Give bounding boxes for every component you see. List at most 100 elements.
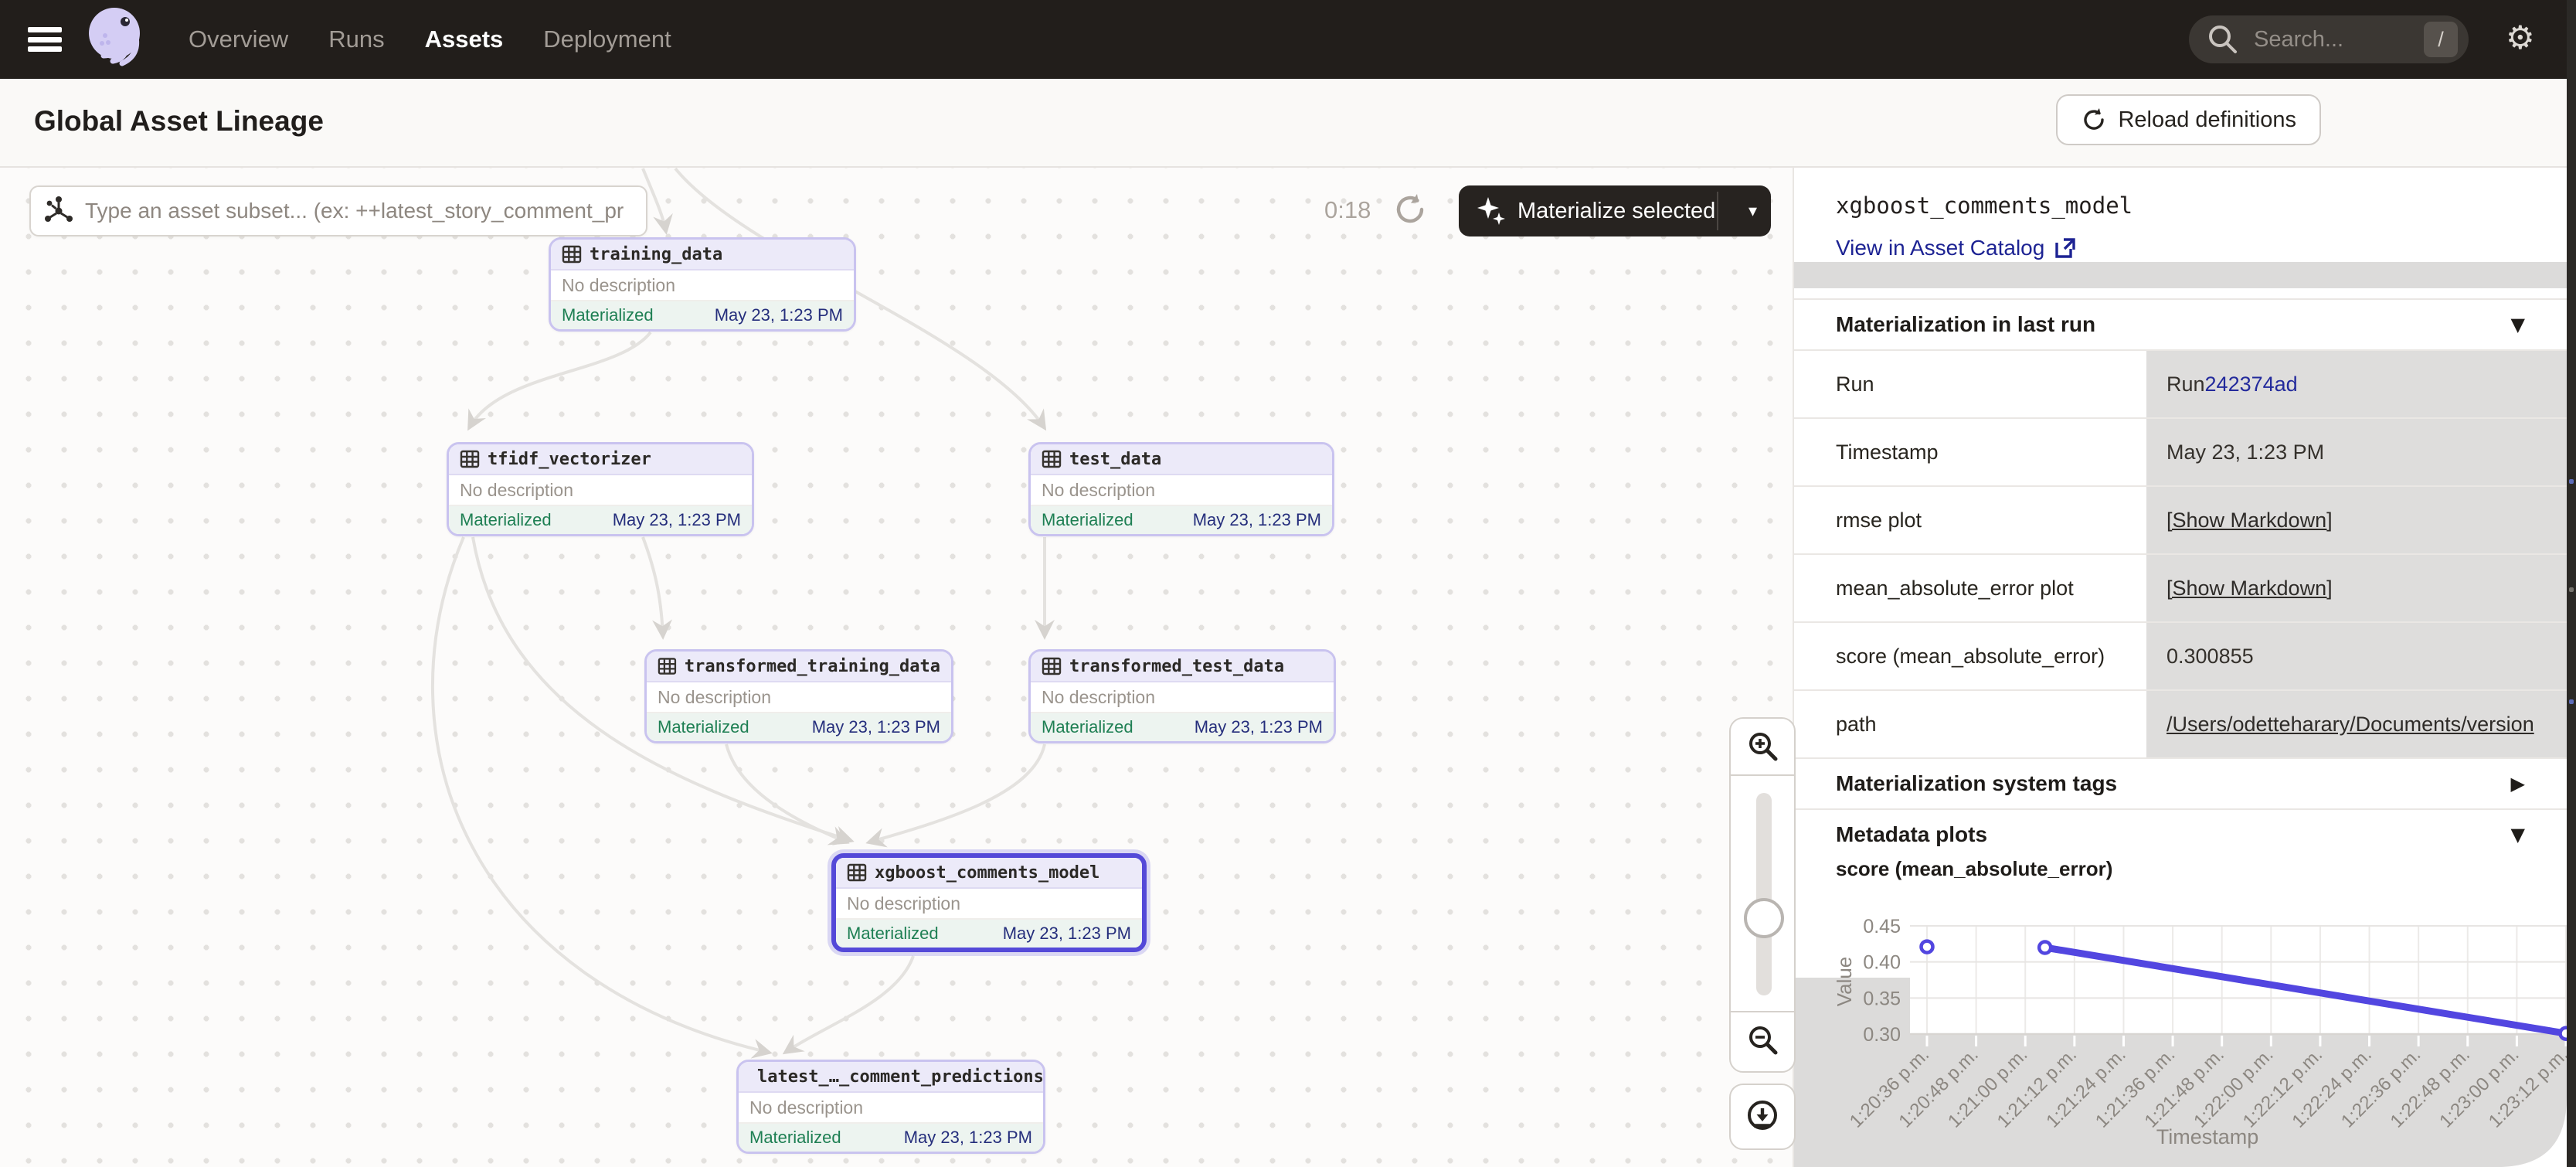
- expand-caret-icon[interactable]: ▶: [2511, 773, 2525, 794]
- run-id-link[interactable]: 242374ad: [2205, 373, 2298, 396]
- asset-node-tfidf_vectorizer[interactable]: tfidf_vectorizer No description Material…: [447, 442, 754, 536]
- table-icon: [562, 244, 582, 264]
- nav-deployment[interactable]: Deployment: [543, 26, 671, 53]
- asset-name: test_data: [1069, 450, 1161, 469]
- menu-icon[interactable]: [28, 27, 62, 52]
- data-point: [1922, 941, 1933, 953]
- dagster-logo-icon[interactable]: [82, 5, 148, 75]
- asset-description: No description: [1031, 682, 1334, 713]
- graph-refresh-icon[interactable]: [1392, 192, 1428, 231]
- table-icon: [1042, 449, 1062, 469]
- asset-node-test_data[interactable]: test_data No description Materialized Ma…: [1028, 442, 1334, 536]
- section-materialization-in-last-run[interactable]: Materialization in last run ▼: [1794, 298, 2567, 349]
- table-row-Timestamp: TimestampMay 23, 1:23 PM: [1794, 417, 2567, 485]
- view-in-asset-catalog-label: View in Asset Catalog: [1836, 236, 2044, 260]
- table-row-score-mean-absolute-error-: score (mean_absolute_error)0.300855: [1794, 621, 2567, 689]
- asset-description: No description: [739, 1093, 1043, 1124]
- page-title: Global Asset Lineage: [34, 105, 324, 138]
- asset-name: training_data: [590, 245, 722, 264]
- materialize-dropdown-caret-icon[interactable]: ▾: [1748, 202, 1757, 221]
- asset-node-training_data[interactable]: training_data No description Materialize…: [549, 237, 856, 332]
- asset-name: transformed_test_data: [1069, 657, 1284, 676]
- loading-strip: [1794, 262, 2567, 288]
- materialized-timestamp: May 23, 1:23 PM: [904, 1128, 1032, 1148]
- asset-node-transformed_training_data[interactable]: transformed_training_data No description…: [644, 649, 953, 743]
- zoom-in-button[interactable]: [1731, 719, 1794, 776]
- asset-description: No description: [1031, 475, 1332, 506]
- table-row-path: path/Users/odetteharary/Documents/versio…: [1794, 689, 2567, 757]
- materialized-status: Materialized: [1042, 717, 1133, 737]
- asset-node-header: tfidf_vectorizer: [449, 444, 752, 475]
- materialized-timestamp: May 23, 1:23 PM: [1003, 924, 1131, 944]
- chart-canvas: 0.450.400.350.30Value1:20:36 p.m.1:20:48…: [1794, 889, 2567, 1167]
- materialize-selected-label: Materialize selected: [1517, 199, 1715, 224]
- data-point: [2561, 1028, 2568, 1039]
- metadata-link[interactable]: [Show Markdown]: [2166, 509, 2333, 532]
- zoom-slider[interactable]: [1731, 776, 1794, 1011]
- section-metadata-plots[interactable]: Metadata plots ▼: [1794, 808, 2567, 859]
- materialized-status: Materialized: [658, 717, 749, 737]
- table-icon: [1042, 656, 1062, 676]
- metadata-link[interactable]: [Show Markdown]: [2166, 577, 2333, 601]
- metadata-value: [Show Markdown]: [2142, 555, 2567, 621]
- reload-definitions-label: Reload definitions: [2118, 107, 2296, 133]
- metadata-link[interactable]: /Users/odetteharary/Documents/version: [2166, 713, 2534, 737]
- metadata-key: mean_absolute_error plot: [1794, 555, 2142, 621]
- asset-detail-panel: xgboost_comments_model View in Asset Cat…: [1794, 168, 2567, 1167]
- search-input[interactable]: Search... /: [2189, 15, 2469, 63]
- zoom-out-icon: [1745, 1022, 1780, 1058]
- asset-node-footer: Materialized May 23, 1:23 PM: [836, 920, 1142, 948]
- score-line-chart[interactable]: 0.450.400.350.30Value1:20:36 p.m.1:20:48…: [1794, 889, 2567, 1167]
- view-in-asset-catalog-link[interactable]: View in Asset Catalog: [1836, 236, 2077, 260]
- materialized-timestamp: May 23, 1:23 PM: [812, 717, 940, 737]
- page-header: Global Asset Lineage Reload definitions: [0, 79, 2576, 168]
- asset-node-header: xgboost_comments_model: [836, 858, 1142, 889]
- metadata-value: [Show Markdown]: [2142, 487, 2567, 553]
- download-graph-button[interactable]: [1729, 1084, 1796, 1150]
- zoom-slider-track[interactable]: [1756, 793, 1772, 995]
- materialized-status: Materialized: [847, 924, 939, 944]
- table-row-rmse-plot: rmse plot [Show Markdown]: [1794, 485, 2567, 553]
- asset-node-xgboost_comments_model[interactable]: xgboost_comments_model No description Ma…: [831, 853, 1147, 952]
- zoom-out-button[interactable]: [1731, 1011, 1794, 1068]
- nav-overview[interactable]: Overview: [189, 26, 288, 53]
- asset-node-transformed_test_data[interactable]: transformed_test_data No description Mat…: [1028, 649, 1336, 743]
- metadata-value: Run 242374ad: [2142, 351, 2567, 417]
- section-label: Metadata plots: [1836, 822, 1987, 847]
- reload-definitions-button[interactable]: Reload definitions: [2056, 94, 2321, 145]
- table-icon: [847, 862, 867, 883]
- asset-name: latest_…_comment_predictions: [757, 1067, 1044, 1087]
- metadata-value: May 23, 1:23 PM: [2142, 419, 2567, 485]
- section-materialization-system-tags[interactable]: Materialization system tags ▶: [1794, 757, 2567, 808]
- primary-nav: Overview Runs Assets Deployment: [189, 26, 671, 53]
- metadata-value: 0.300855: [2142, 623, 2567, 689]
- metadata-key: Timestamp: [1794, 419, 2142, 485]
- graph-zoom-controls: [1729, 717, 1796, 1073]
- materialize-selected-button[interactable]: Materialize selected ▾: [1459, 185, 1771, 236]
- asset-node-header: test_data: [1031, 444, 1332, 475]
- asset-subset-input[interactable]: Type an asset subset... (ex: ++latest_st…: [29, 185, 647, 236]
- nav-assets[interactable]: Assets: [425, 26, 504, 53]
- nav-runs[interactable]: Runs: [328, 26, 384, 53]
- materialized-status: Materialized: [460, 510, 552, 530]
- asset-description: No description: [647, 682, 951, 713]
- download-icon: [1742, 1097, 1782, 1137]
- metadata-key: rmse plot: [1794, 487, 2142, 553]
- settings-gear-icon[interactable]: ⚙: [2506, 19, 2535, 56]
- last-run-metadata-table: RunRun 242374adTimestampMay 23, 1:23 PMr…: [1794, 349, 2567, 757]
- table-row-Run: RunRun 242374ad: [1794, 349, 2567, 417]
- asset-name: tfidf_vectorizer: [488, 450, 651, 469]
- materialized-timestamp: May 23, 1:23 PM: [1193, 510, 1321, 530]
- collapse-caret-icon[interactable]: ▼: [2511, 824, 2525, 845]
- search-icon: [2200, 16, 2246, 63]
- refresh-icon: [2081, 107, 2107, 133]
- metadata-value: /Users/odetteharary/Documents/version: [2142, 691, 2567, 757]
- collapse-caret-icon[interactable]: ▼: [2511, 314, 2525, 335]
- asset-node-latest_…_comment_predictions[interactable]: latest_…_comment_predictions No descript…: [736, 1060, 1045, 1154]
- graph-refresh-timer: 0:18: [1324, 196, 1371, 224]
- asset-node-footer: Materialized May 23, 1:23 PM: [449, 506, 752, 534]
- asset-name: xgboost_comments_model: [875, 863, 1099, 883]
- search-placeholder: Search...: [2254, 27, 2424, 53]
- zoom-slider-handle[interactable]: [1744, 898, 1784, 938]
- asset-node-header: transformed_training_data: [647, 652, 951, 682]
